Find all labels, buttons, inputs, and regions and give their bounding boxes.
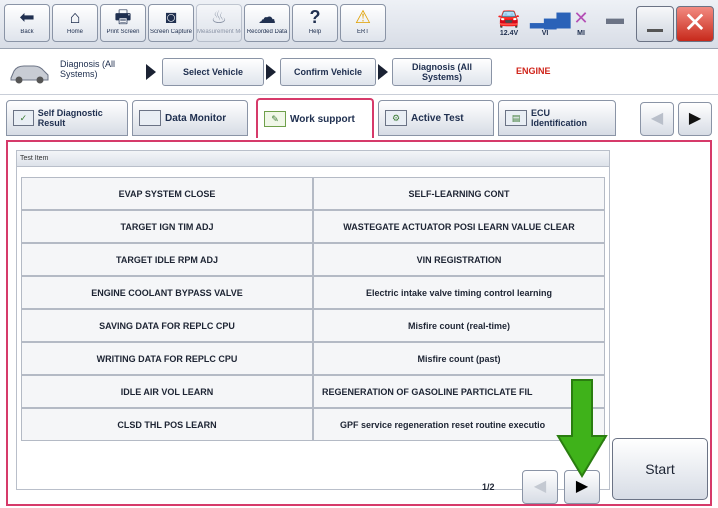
help-button[interactable]: ? Help	[292, 4, 338, 42]
voltage-value: 12.4V	[499, 30, 519, 37]
measurement-mode-button[interactable]: ♨ Measurement Mode	[196, 4, 242, 42]
print-screen-button[interactable]: 🖶 Print Screen	[100, 4, 146, 42]
tab-label: ECU Identification	[531, 108, 587, 128]
close-icon: ✕	[683, 7, 707, 38]
print-icon: 🖶	[114, 7, 132, 27]
chevron-left-icon: ◀	[533, 478, 547, 495]
tab-ecu-identification[interactable]: ▤ ECU Identification	[498, 100, 616, 136]
tab-next-button[interactable]: ▶	[678, 102, 712, 136]
battery-voltage-indicator: 🚘 12.4V	[494, 6, 524, 40]
help-icon: ?	[309, 7, 321, 27]
test-item-writing-data-replc-cpu[interactable]: WRITING DATA FOR REPLC CPU	[21, 342, 313, 375]
ert-label: ERT	[357, 29, 369, 35]
active-test-icon: ⚙	[385, 110, 407, 126]
test-item-wastegate-learn-clear[interactable]: WASTEGATE ACTUATOR POSI LEARN VALUE CLEA…	[313, 210, 605, 243]
breadcrumb-active-engine: ENGINE	[516, 66, 551, 76]
recorded-data-button[interactable]: ☁ Recorded Data	[244, 4, 290, 42]
tab-active-test[interactable]: ⚙ Active Test	[378, 100, 494, 136]
vi-label: VI	[541, 30, 549, 37]
page-prev-button[interactable]: ◀	[522, 470, 558, 504]
chevron-right-icon: ▶	[575, 478, 589, 495]
tab-label: Self Diagnostic Result	[37, 108, 103, 128]
warning-icon: ⚠	[354, 7, 372, 27]
breadcrumb-confirm-vehicle[interactable]: Confirm Vehicle	[280, 58, 376, 86]
recorded-data-label: Recorded Data	[246, 29, 288, 35]
data-monitor-icon	[139, 110, 161, 126]
tab-prev-button[interactable]: ◀	[640, 102, 674, 136]
breadcrumb-diagnosis-all-systems[interactable]: Diagnosis (All Systems)	[2, 54, 142, 90]
car-icon	[10, 65, 49, 84]
tab-work-support[interactable]: ✎ Work support	[256, 98, 374, 138]
mi-indicator: ✕ MI	[566, 6, 596, 40]
test-item-evap-system-close[interactable]: EVAP SYSTEM CLOSE	[21, 177, 313, 210]
back-button[interactable]: ⬅ Back	[4, 4, 50, 42]
tab-self-diagnostic-result[interactable]: ✓ Self Diagnostic Result	[6, 100, 128, 136]
recorded-data-icon: ☁	[258, 7, 276, 27]
back-button-label: Back	[20, 29, 34, 35]
test-item-clsd-thl-pos-learn[interactable]: CLSD THL POS LEARN	[21, 408, 313, 441]
signal-icon: ▂▄▆	[530, 8, 571, 28]
test-item-target-idle-rpm-adj[interactable]: TARGET IDLE RPM ADJ	[21, 243, 313, 276]
breadcrumb-separator-icon	[266, 64, 276, 80]
toolbar: ⬅ Back ⌂ Home 🖶 Print Screen ◙ Screen Ca…	[0, 0, 718, 49]
test-item-idle-air-vol-learn[interactable]: IDLE AIR VOL LEARN	[21, 375, 313, 408]
chevron-right-icon: ▶	[688, 110, 702, 127]
test-item-engine-coolant-bypass[interactable]: ENGINE COOLANT BYPASS VALVE	[21, 276, 313, 309]
home-button-label: Home	[66, 29, 83, 35]
breadcrumb-separator-icon	[378, 64, 388, 80]
breadcrumb-first-label: Diagnosis (All Systems)	[60, 59, 116, 79]
ecu-icon: ▤	[505, 110, 527, 126]
minimize-button[interactable]	[636, 6, 674, 42]
back-arrow-icon: ⬅	[19, 7, 35, 27]
test-item-self-learning-cont[interactable]: SELF-LEARNING CONT	[313, 177, 605, 210]
device-indicator: ▬	[600, 6, 630, 40]
print-screen-label: Print Screen	[106, 29, 140, 35]
tab-label: Work support	[290, 113, 355, 125]
device-icon: ▬	[606, 8, 624, 28]
measurement-icon: ♨	[210, 7, 228, 27]
green-down-arrow-icon	[556, 379, 608, 478]
page-indicator: 1/2	[482, 482, 495, 492]
tab-label: Data Monitor	[165, 112, 227, 124]
camera-icon: ◙	[165, 7, 177, 27]
disconnected-icon: ✕	[573, 8, 589, 28]
test-item-intake-valve-timing-learning[interactable]: Electric intake valve timing control lea…	[313, 276, 605, 309]
test-item-table: Test Item EVAP SYSTEM CLOSE SELF-LEARNIN…	[16, 150, 610, 490]
chevron-left-icon: ◀	[650, 110, 664, 127]
start-button[interactable]: Start	[612, 438, 708, 500]
close-button[interactable]: ✕	[676, 6, 714, 42]
screen-capture-label: Screen Capture	[149, 29, 193, 35]
breadcrumb: Diagnosis (All Systems) Select Vehicle C…	[0, 50, 718, 95]
tab-data-monitor[interactable]: Data Monitor	[132, 100, 248, 136]
column-header-test-item: Test Item	[17, 151, 609, 167]
test-item-vin-registration[interactable]: VIN REGISTRATION	[313, 243, 605, 276]
work-support-icon: ✎	[264, 111, 286, 127]
self-diagnostic-icon: ✓	[13, 110, 34, 126]
test-item-target-ign-tim-adj[interactable]: TARGET IGN TIM ADJ	[21, 210, 313, 243]
tab-label: Active Test	[411, 112, 464, 124]
test-item-misfire-count-realtime[interactable]: Misfire count (real-time)	[313, 309, 605, 342]
tab-bar: ✓ Self Diagnostic Result Data Monitor ✎ …	[0, 96, 718, 140]
home-button[interactable]: ⌂ Home	[52, 4, 98, 42]
help-label: Help	[308, 29, 322, 35]
test-item-misfire-count-past[interactable]: Misfire count (past)	[313, 342, 605, 375]
screen-capture-button[interactable]: ◙ Screen Capture	[148, 4, 194, 42]
car-battery-icon: 🚘	[497, 8, 521, 28]
breadcrumb-separator-icon	[146, 64, 156, 80]
ert-button[interactable]: ⚠ ERT	[340, 4, 386, 42]
test-item-saving-data-replc-cpu[interactable]: SAVING DATA FOR REPLC CPU	[21, 309, 313, 342]
breadcrumb-select-vehicle[interactable]: Select Vehicle	[162, 58, 264, 86]
home-icon: ⌂	[69, 7, 81, 27]
measurement-mode-label: Measurement Mode	[197, 29, 241, 35]
breadcrumb-diagnosis-systems[interactable]: Diagnosis (All Systems)	[392, 58, 492, 86]
mi-label: MI	[577, 30, 585, 37]
vi-indicator: ▂▄▆ VI	[530, 6, 571, 40]
